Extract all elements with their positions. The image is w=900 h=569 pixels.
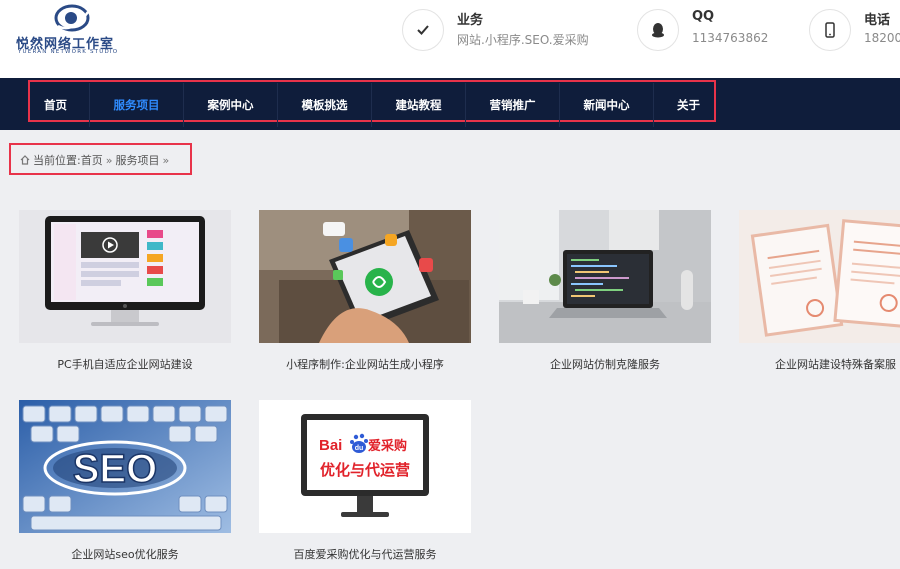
breadcrumb-current-link[interactable]: 服务项目 — [115, 152, 159, 168]
nav-item-marketing[interactable]: 营销推广 — [465, 83, 559, 127]
nav-item-cases[interactable]: 案例中心 — [183, 83, 277, 127]
qq-penguin-icon — [637, 9, 679, 51]
contact-title: QQ — [692, 9, 715, 24]
contact-value: 1134763862 — [692, 31, 769, 45]
nav-item-home[interactable]: 首页 — [32, 83, 79, 127]
aicaigou-text: 爱采购 — [368, 438, 407, 454]
seo-keyboard-photo: SEO — [19, 400, 231, 533]
breadcrumb-home-link[interactable]: 首页 — [81, 152, 103, 168]
breadcrumb-separator: » — [162, 153, 170, 167]
service-card-caption: 百度爱采购优化与代运营服务 — [293, 548, 437, 561]
nav-item-tutorials[interactable]: 建站教程 — [371, 83, 465, 127]
logo-swirl-icon — [54, 4, 90, 32]
phone-icon — [809, 9, 851, 51]
service-line-text: 优化与代运营 — [320, 461, 410, 479]
service-card[interactable]: SEO 企业网站seo优化服务 — [19, 400, 231, 562]
contact-value: 网站.小程序.SEO.爱采购 — [457, 33, 589, 47]
service-card[interactable]: 企业网站建设特殊备案服 — [739, 210, 900, 372]
nav-item-templates[interactable]: 模板挑选 — [277, 83, 371, 127]
check-icon — [402, 9, 444, 51]
breadcrumb: 当前位置: 首页 » 服务项目 » — [20, 152, 172, 168]
service-card-caption: 企业网站seo优化服务 — [71, 548, 179, 561]
nav-item-news[interactable]: 新闻中心 — [559, 83, 653, 127]
service-card-caption: 企业网站仿制克隆服务 — [550, 358, 660, 371]
service-card[interactable]: PC手机自适应企业网站建设 — [19, 210, 231, 372]
service-card-caption: 小程序制作:企业网站生成小程序 — [286, 358, 444, 371]
contact-title: 电话 — [864, 13, 891, 28]
service-card[interactable]: 企业网站仿制克隆服务 — [499, 210, 711, 372]
contact-value: 18200 — [864, 31, 900, 45]
contact-title: 业务 — [457, 13, 484, 28]
breadcrumb-prefix: 当前位置: — [33, 154, 81, 167]
site-logo[interactable]: 悦然网络工作室 YUERAN NETWORK STUDIO — [16, 4, 126, 56]
nav-item-services[interactable]: 服务项目 — [89, 83, 183, 127]
laptop-code-desk-photo — [499, 210, 711, 343]
baidu-aicaigou-monitor-illustration: Bai du 爱采购 优化与代运营 — [259, 400, 471, 533]
home-icon — [20, 155, 30, 165]
service-card[interactable]: 小程序制作:企业网站生成小程序 — [259, 210, 471, 372]
nav-item-about[interactable]: 关于 — [653, 83, 723, 127]
service-card[interactable]: Bai du 爱采购 优化与代运营 百度爱采购优化与代运营服务 — [259, 400, 471, 562]
service-card-caption: PC手机自适应企业网站建设 — [57, 358, 193, 371]
service-card-caption: 企业网站建设特殊备案服 — [775, 358, 896, 371]
filing-documents-photo — [739, 210, 900, 343]
seo-thumb-text: SEO — [73, 447, 157, 491]
site-header: 悦然网络工作室 YUERAN NETWORK STUDIO 业务 网站.小程序.… — [0, 0, 900, 78]
baidu-logo-text: Bai — [319, 437, 342, 454]
logo-subtitle: YUERAN NETWORK STUDIO — [18, 49, 119, 55]
breadcrumb-separator: » — [105, 153, 113, 167]
phone-mini-program-photo — [259, 210, 471, 343]
baidu-du-text: du — [355, 445, 364, 452]
responsive-devices-illustration — [19, 210, 231, 343]
